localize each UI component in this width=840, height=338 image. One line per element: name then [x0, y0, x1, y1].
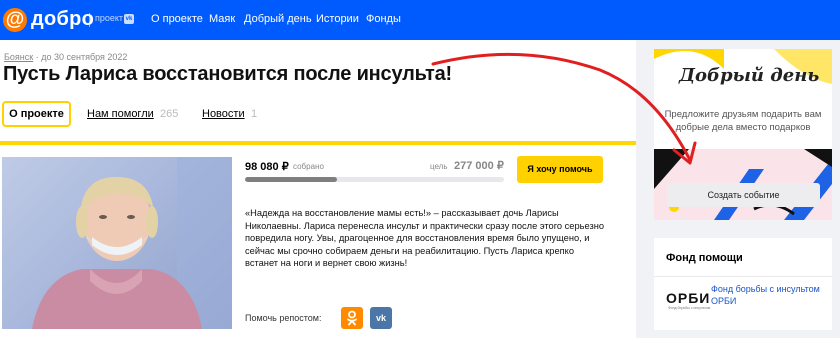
breadcrumb-city[interactable]: Боянск: [4, 52, 33, 62]
fund-title: Фонд помощи: [666, 252, 743, 264]
fund-link[interactable]: Фонд борьбы с инсультом ОРБИ: [711, 283, 821, 307]
promo-title: Добрый день: [679, 65, 820, 86]
vk-badge-icon: vk: [124, 14, 134, 24]
section-divider: [0, 141, 636, 145]
raised-amount: 98 080 ₽: [245, 161, 289, 173]
progress-fill: [245, 177, 337, 182]
good-day-promo: Добрый день Предложите друзьям подарить …: [654, 49, 832, 220]
nav-item-funds[interactable]: Фонды: [366, 13, 401, 25]
nav-item-mayak[interactable]: Маяк: [209, 13, 235, 25]
fund-divider: [654, 276, 832, 277]
help-button[interactable]: Я хочу помочь: [517, 156, 603, 183]
fund-logo-subtitle: Фонд борьбы с инсультом: [668, 306, 711, 310]
tab-news-count: 1: [251, 108, 258, 120]
goal-label: цель: [430, 162, 448, 171]
odnoklassniki-icon: [347, 310, 357, 326]
nav-item-good-day[interactable]: Добрый день: [244, 13, 312, 25]
logo-divider: [89, 13, 90, 27]
project-description: «Надежда на восстановление мамы есть!» –…: [245, 208, 605, 268]
page-title: Пусть Лариса восстановится после инсульт…: [3, 63, 452, 85]
nav-item-stories[interactable]: Истории: [316, 13, 359, 25]
fund-card: Фонд помощи ОРБИ Фонд борьбы с инсультом…: [654, 238, 832, 330]
fund-logo[interactable]: ОРБИ: [666, 290, 710, 306]
tab-helped-count: 265: [160, 108, 179, 120]
dobro-logo-icon[interactable]: @: [3, 8, 27, 32]
odnoklassniki-share-button[interactable]: [341, 307, 363, 329]
logo-text[interactable]: добро: [31, 8, 94, 31]
vk-share-button[interactable]: vk: [370, 307, 392, 329]
promo-text: Предложите друзьям подарить вам добрые д…: [664, 109, 822, 133]
project-label: проект: [95, 13, 124, 23]
nav-item-about[interactable]: О проекте: [151, 13, 203, 25]
breadcrumb: Боянск · до 30 сентября 2022: [4, 52, 127, 62]
raised-label: собрано: [293, 162, 324, 171]
portrait-image: [32, 157, 232, 329]
share-label: Помочь репостом:: [245, 313, 322, 323]
goal-amount: 277 000 ₽: [454, 160, 504, 172]
progress-bar: [245, 177, 504, 182]
tab-news[interactable]: Новости: [202, 108, 245, 120]
top-navbar: @ добро проект vk О проекте Маяк Добрый …: [0, 0, 840, 40]
project-photo: [2, 157, 232, 329]
create-event-button[interactable]: Создать событие: [667, 183, 820, 207]
breadcrumb-date: · до 30 сентября 2022: [33, 52, 128, 62]
tab-about[interactable]: О проекте: [2, 101, 71, 127]
tab-helped[interactable]: Нам помогли: [87, 108, 154, 120]
